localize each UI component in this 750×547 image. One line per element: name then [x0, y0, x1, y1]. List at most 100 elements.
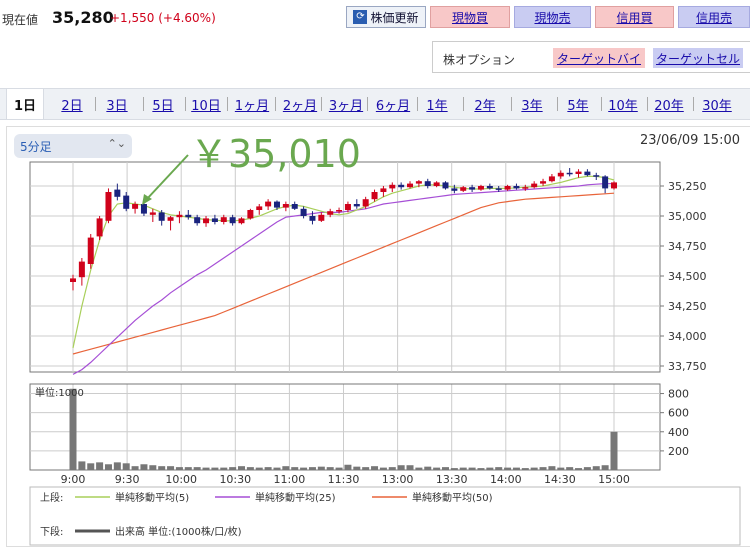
- legend-upper-label: 上段:: [40, 491, 63, 504]
- volume-bar: [211, 467, 219, 470]
- volume-bar: [424, 466, 432, 470]
- candle-body: [247, 210, 254, 219]
- volume-y-tick-label: 400: [668, 426, 689, 439]
- y-tick-label: 35,250: [668, 180, 707, 193]
- volume-bar: [592, 466, 600, 470]
- y-tick-label: 34,500: [668, 270, 707, 283]
- candle-body: [424, 181, 431, 186]
- volume-y-tick-label: 200: [668, 445, 689, 458]
- candle-body: [185, 214, 192, 218]
- x-tick-label: 10:00: [165, 473, 197, 486]
- volume-bar: [344, 464, 352, 470]
- volume-bar: [566, 467, 574, 470]
- candle-body: [318, 214, 325, 221]
- candle-body: [557, 172, 564, 177]
- volume-bar: [184, 467, 192, 470]
- candle-body: [398, 184, 405, 188]
- volume-bar: [273, 467, 281, 470]
- candle-body: [548, 176, 555, 182]
- volume-bar: [495, 467, 503, 470]
- volume-bar: [317, 466, 325, 470]
- x-tick-label: 11:00: [274, 473, 306, 486]
- candle-body: [176, 214, 183, 218]
- volume-bar: [291, 467, 299, 470]
- candle-body: [256, 206, 263, 210]
- candle-body: [584, 171, 591, 176]
- volume-bar: [371, 466, 379, 470]
- volume-bar: [557, 467, 565, 470]
- candle-body: [486, 186, 493, 189]
- volume-unit-label: 単位:1000: [35, 386, 84, 399]
- x-tick-label: 9:00: [61, 473, 86, 486]
- candle-body: [593, 175, 600, 177]
- candle-body: [477, 186, 484, 190]
- volume-bar: [78, 461, 86, 470]
- candle-body: [566, 172, 573, 175]
- candle-body: [220, 217, 227, 222]
- volume-bar: [335, 467, 343, 470]
- volume-bar: [601, 465, 609, 470]
- candle-body: [602, 176, 609, 189]
- candle-body: [611, 182, 617, 189]
- candle-body: [291, 204, 298, 209]
- y-tick-label: 34,750: [668, 240, 707, 253]
- candle-body: [433, 182, 440, 186]
- candle-body: [327, 211, 334, 215]
- volume-bar: [264, 467, 272, 470]
- candle-body: [389, 184, 396, 189]
- volume-bar: [167, 466, 175, 470]
- candle-body: [123, 195, 130, 209]
- volume-bar: [486, 467, 494, 470]
- y-tick-label: 33,750: [668, 360, 707, 373]
- volume-bar: [575, 468, 583, 470]
- volume-bar: [539, 467, 547, 470]
- volume-bar: [548, 466, 556, 470]
- volume-bar: [504, 467, 512, 470]
- volume-bar: [388, 467, 396, 470]
- candle-body: [105, 192, 112, 221]
- volume-bar: [583, 467, 591, 470]
- candle-body: [158, 212, 165, 221]
- candle-body: [87, 237, 94, 264]
- price-volume-chart: 9:00 9:30 10:00 10:30 11:00 11:30 13:00 13:30 14…: [29, 132, 741, 546]
- legend-ma25-label: 単純移動平均(25): [255, 491, 336, 504]
- volume-bar: [131, 466, 139, 470]
- x-tick-label: 13:30: [436, 473, 468, 486]
- volume-bar: [87, 463, 95, 470]
- volume-bar: [220, 467, 228, 470]
- legend-volume-label: 出来高 単位:(1000株/口/枚): [115, 525, 242, 538]
- volume-bar: [149, 465, 157, 470]
- volume-bar: [415, 467, 423, 470]
- volume-bar: [69, 388, 77, 470]
- candle-body: [531, 183, 538, 188]
- candle-body: [522, 187, 529, 189]
- volume-bar: [238, 466, 246, 470]
- candle-body: [300, 208, 307, 216]
- volume-bar: [175, 467, 183, 470]
- candle-body: [167, 217, 174, 221]
- volume-bar: [397, 465, 405, 470]
- x-tick-label: 14:00: [490, 473, 522, 486]
- volume-bar: [530, 467, 538, 470]
- legend-lower-label: 下段:: [40, 525, 63, 538]
- volume-plot-frame: [29, 383, 661, 471]
- candle-body: [451, 188, 458, 191]
- volume-bar: [193, 467, 201, 470]
- candle-body: [504, 186, 511, 190]
- volume-bar: [433, 467, 441, 470]
- candle-body: [70, 278, 76, 282]
- candle-body: [265, 201, 272, 207]
- volume-bar: [468, 467, 476, 470]
- volume-bar: [122, 463, 130, 470]
- volume-bar: [459, 467, 467, 470]
- volume-bar: [521, 468, 529, 470]
- x-tick-label: 11:30: [328, 473, 360, 486]
- candle-body: [469, 187, 476, 190]
- candle-body: [371, 192, 378, 200]
- volume-bar: [140, 464, 148, 470]
- volume-bar: [104, 464, 112, 470]
- volume-bar: [406, 465, 414, 470]
- volume-bar: [326, 467, 334, 470]
- volume-y-tick-label: 600: [668, 407, 689, 420]
- candle-body: [238, 218, 245, 224]
